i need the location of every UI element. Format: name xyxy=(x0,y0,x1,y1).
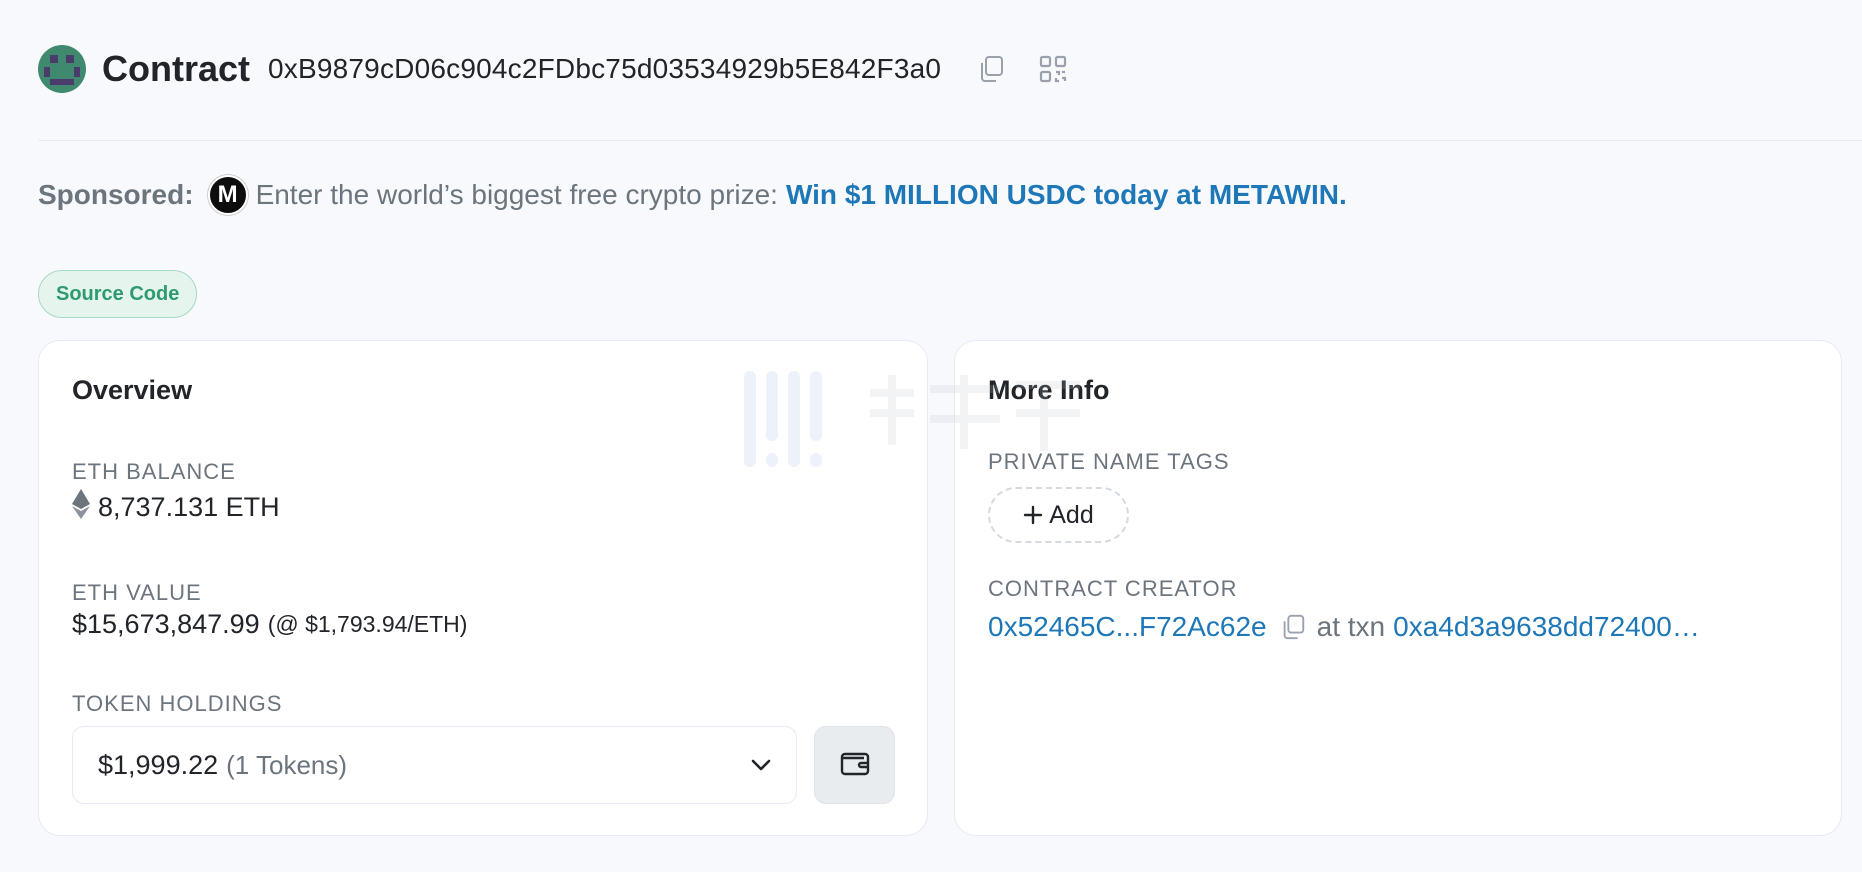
more-info-card: More Info PRIVATE NAME TAGS Add CONTRACT… xyxy=(954,340,1842,836)
token-holdings-label: TOKEN HOLDINGS xyxy=(72,691,283,716)
add-name-tag-button[interactable]: Add xyxy=(988,487,1129,543)
token-holdings-amount: $1,999.22 xyxy=(98,749,219,780)
sponsor-text: Enter the world’s biggest free crypto pr… xyxy=(255,179,778,210)
eth-value: $15,673,847.99 (@ $1,793.94/ETH) xyxy=(72,609,467,640)
sponsor-link[interactable]: Win $1 MILLION USDC today at METAWIN. xyxy=(786,179,1347,211)
creator-txn-link[interactable]: 0xa4d3a9638dd72400… xyxy=(1393,611,1700,643)
ethereum-icon xyxy=(72,489,90,526)
at-txn-text: at txn xyxy=(1316,611,1386,642)
plus-icon xyxy=(1023,505,1043,525)
copy-icon[interactable] xyxy=(975,53,1007,85)
wallet-button[interactable] xyxy=(814,726,895,804)
chevron-down-icon xyxy=(750,755,772,780)
sponsored-banner: Sponsored: M Enter the world’s biggest f… xyxy=(38,172,1347,218)
page-title: Contract xyxy=(102,48,251,89)
add-label: Add xyxy=(1049,500,1094,529)
copy-icon[interactable] xyxy=(1279,613,1307,641)
contract-header: Contract 0xB9879cD06c904c2FDbc75d0353492… xyxy=(38,38,1862,100)
sponsored-label: Sponsored: xyxy=(38,179,194,210)
overview-card: Overview ETH BALANCE 8,737.131 ETH ETH V… xyxy=(38,340,928,836)
eth-value-label: ETH VALUE xyxy=(72,580,202,605)
eth-value-amount: $15,673,847.99 xyxy=(72,609,260,639)
more-info-title: More Info xyxy=(988,375,1110,405)
eth-balance-value: 8,737.131 ETH xyxy=(98,492,280,522)
source-code-badge[interactable]: Source Code xyxy=(38,270,198,318)
token-holdings-count: (1 Tokens) xyxy=(226,749,348,780)
eth-price: (@ $1,793.94/ETH) xyxy=(267,611,468,637)
contract-creator-label: CONTRACT CREATOR xyxy=(988,576,1238,601)
wallet-icon xyxy=(839,749,871,782)
header-divider xyxy=(38,140,1862,141)
qr-code-icon[interactable] xyxy=(1037,53,1069,85)
private-name-tags-label: PRIVATE NAME TAGS xyxy=(988,449,1230,474)
creator-address-link[interactable]: 0x52465C...F72Ac62e xyxy=(988,611,1267,643)
contract-avatar xyxy=(38,45,86,93)
contract-address: 0xB9879cD06c904c2FDbc75d03534929b5E842F3… xyxy=(268,53,942,84)
token-holdings-dropdown[interactable]: $1,999.22 (1 Tokens) xyxy=(72,726,797,804)
eth-balance: 8,737.131 ETH xyxy=(72,489,280,526)
eth-balance-label: ETH BALANCE xyxy=(72,459,236,484)
contract-creator: 0x52465C...F72Ac62e at txn 0xa4d3a9638dd… xyxy=(988,611,1700,643)
overview-title: Overview xyxy=(72,375,193,405)
sponsor-logo-icon: M xyxy=(207,175,248,215)
